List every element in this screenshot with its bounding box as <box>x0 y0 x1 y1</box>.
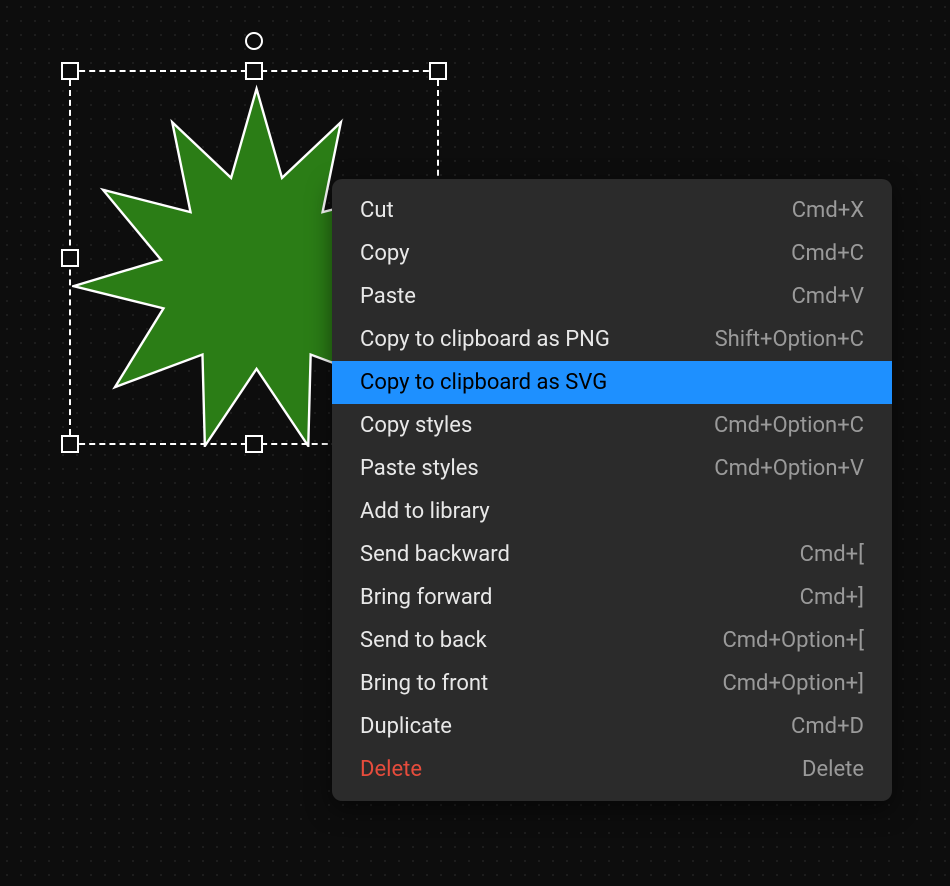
menu-item-copy-to-clipboard-as-svg[interactable]: Copy to clipboard as SVG <box>332 361 892 404</box>
menu-item-label: Copy styles <box>360 413 472 438</box>
menu-item-delete[interactable]: Delete Delete <box>332 748 892 791</box>
resize-handle-top-left[interactable] <box>61 62 79 80</box>
menu-item-send-to-back[interactable]: Send to back Cmd+Option+[ <box>332 619 892 662</box>
menu-item-label: Send backward <box>360 542 510 567</box>
context-menu: Cut Cmd+X Copy Cmd+C Paste Cmd+V Copy to clipb… <box>332 179 892 801</box>
menu-item-label: Copy to clipboard as PNG <box>360 327 610 352</box>
menu-item-shortcut: Cmd+Option+] <box>722 671 864 696</box>
menu-item-shortcut: Delete <box>802 757 864 782</box>
menu-item-label: Cut <box>360 198 394 223</box>
menu-item-label: Add to library <box>360 499 490 524</box>
menu-item-paste[interactable]: Paste Cmd+V <box>332 275 892 318</box>
menu-item-duplicate[interactable]: Duplicate Cmd+D <box>332 705 892 748</box>
menu-item-label: Bring to front <box>360 671 488 696</box>
menu-item-shortcut: Cmd+Option+C <box>714 413 864 438</box>
resize-handle-bottom-left[interactable] <box>61 435 79 453</box>
menu-item-label: Send to back <box>360 628 487 653</box>
menu-item-bring-forward[interactable]: Bring forward Cmd+] <box>332 576 892 619</box>
menu-item-label: Copy <box>360 241 410 266</box>
menu-item-copy[interactable]: Copy Cmd+C <box>332 232 892 275</box>
menu-item-copy-styles[interactable]: Copy styles Cmd+Option+C <box>332 404 892 447</box>
menu-item-label: Bring forward <box>360 585 492 610</box>
menu-item-shortcut: Shift+Option+C <box>715 327 864 352</box>
rotate-handle[interactable] <box>245 32 263 50</box>
menu-item-paste-styles[interactable]: Paste styles Cmd+Option+V <box>332 447 892 490</box>
menu-item-shortcut: Cmd+Option+V <box>714 456 864 481</box>
menu-item-cut[interactable]: Cut Cmd+X <box>332 189 892 232</box>
resize-handle-top-right[interactable] <box>429 62 447 80</box>
menu-item-label: Delete <box>360 757 422 782</box>
menu-item-label: Duplicate <box>360 714 452 739</box>
resize-handle-bottom-middle[interactable] <box>245 435 263 453</box>
menu-item-label: Copy to clipboard as SVG <box>360 370 607 395</box>
menu-item-label: Paste <box>360 284 416 309</box>
resize-handle-top-middle[interactable] <box>245 62 263 80</box>
menu-item-shortcut: Cmd+Option+[ <box>722 628 864 653</box>
menu-item-copy-to-clipboard-as-png[interactable]: Copy to clipboard as PNG Shift+Option+C <box>332 318 892 361</box>
menu-item-shortcut: Cmd+C <box>791 241 864 266</box>
menu-item-bring-to-front[interactable]: Bring to front Cmd+Option+] <box>332 662 892 705</box>
menu-item-shortcut: Cmd+] <box>800 585 864 610</box>
menu-item-send-backward[interactable]: Send backward Cmd+[ <box>332 533 892 576</box>
menu-item-shortcut: Cmd+X <box>792 198 864 223</box>
resize-handle-middle-left[interactable] <box>61 249 79 267</box>
menu-item-label: Paste styles <box>360 456 479 481</box>
menu-item-shortcut: Cmd+V <box>791 284 864 309</box>
menu-item-add-to-library[interactable]: Add to library <box>332 490 892 533</box>
menu-item-shortcut: Cmd+D <box>791 714 864 739</box>
menu-item-shortcut: Cmd+[ <box>800 542 864 567</box>
